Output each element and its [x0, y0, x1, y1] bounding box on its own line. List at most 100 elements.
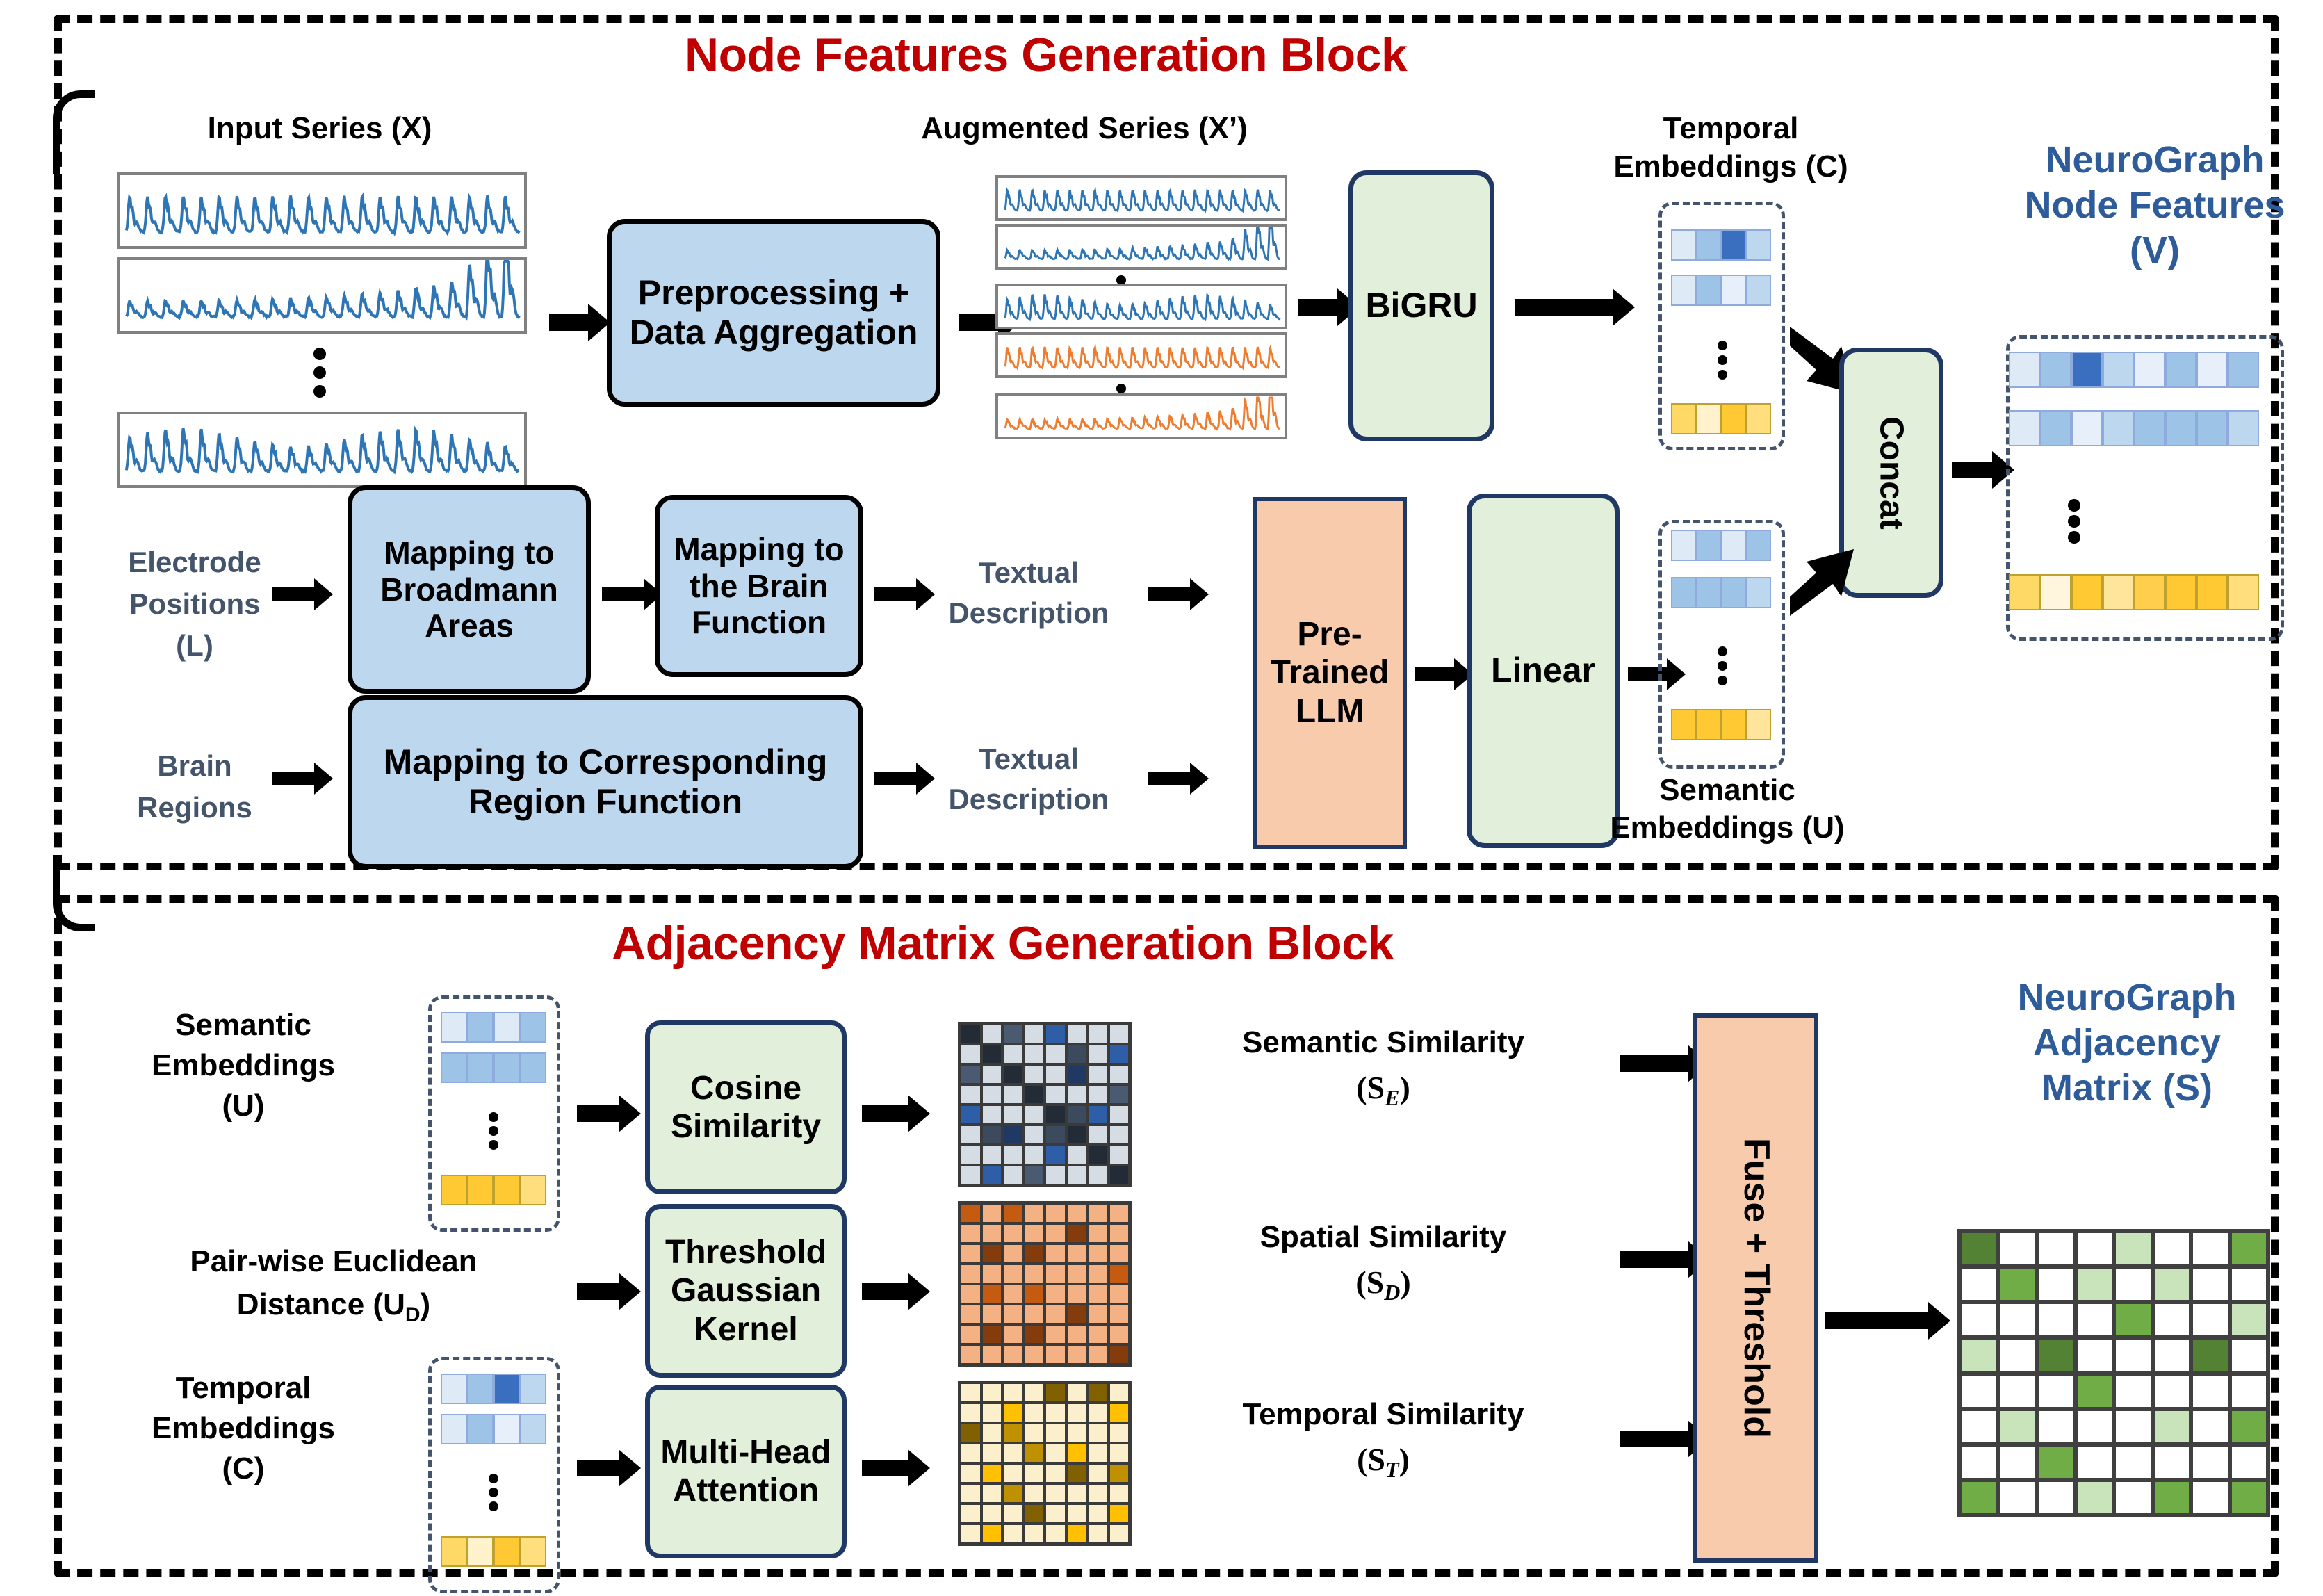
node-features-row-2: [2009, 410, 2259, 446]
augmented-series-plot-2: [995, 224, 1287, 270]
matrix-cell: [981, 1483, 1002, 1504]
adj-temporal-embeddings-label-line1: Temporal: [175, 1371, 311, 1405]
matrix-cell: [1066, 1383, 1087, 1403]
matrix-cell: [1108, 1524, 1130, 1544]
caption-neurograph-node-features-line3: (V): [2130, 229, 2180, 271]
arrow-temporal-to-attention: [577, 1460, 620, 1476]
matrix-cell: [1023, 1125, 1045, 1145]
matrix-cell: [1087, 1423, 1109, 1443]
matrix-cell: [2037, 1337, 2076, 1374]
matrix-cell: [1045, 1203, 1066, 1223]
matrix-cell: [1066, 1504, 1087, 1524]
matrix-cell: [1087, 1064, 1109, 1084]
matrix-cell: [2152, 1337, 2191, 1374]
arrow-semantic-to-concat: [1790, 549, 1854, 616]
neurograph-adjacency-label-line3: Matrix (S): [2041, 1067, 2213, 1109]
matrix-cell: [1023, 1504, 1045, 1524]
arrow-bigru-to-temporal-embeddings: [1515, 299, 1614, 316]
matrix-cell: [2191, 1231, 2230, 1267]
matrix-cell: [1002, 1344, 1024, 1365]
matrix-cell: [1002, 1524, 1024, 1544]
matrix-cell: [960, 1383, 981, 1403]
matrix-cell: [1108, 1064, 1130, 1084]
matrix-cell: [1087, 1223, 1109, 1244]
arrow-spatial-similarity-to-fuse: [1620, 1251, 1689, 1268]
mapping-to-broadmann-areas-box[interactable]: Mapping to Broadmann Areas: [348, 485, 591, 694]
matrix-cell: [1002, 1024, 1024, 1044]
matrix-cell: [1998, 1373, 2037, 1409]
matrix-cell: [1045, 1064, 1066, 1084]
preprocessing-data-aggregation-box[interactable]: Preprocessing + Data Aggregation: [607, 219, 940, 407]
caption-neurograph-node-features-line1: NeuroGraph: [2045, 139, 2265, 181]
matrix-cell: [2191, 1444, 2230, 1480]
matrix-cell: [1066, 1223, 1087, 1244]
matrix-cell: [2114, 1408, 2153, 1444]
textual-description-bottom-line2: Description: [948, 783, 1109, 815]
matrix-cell: [1959, 1373, 1998, 1409]
mapping-to-region-function-box[interactable]: Mapping to Corresponding Region Function: [348, 695, 863, 869]
bigru-box[interactable]: BiGRU: [1348, 170, 1494, 441]
matrix-cell: [1087, 1383, 1109, 1403]
neurograph-adjacency-label-line1: NeuroGraph: [2017, 977, 2237, 1018]
matrix-cell: [960, 1024, 981, 1044]
spatial-similarity-label-line1: Spatial Similarity: [1260, 1220, 1507, 1254]
matrix-cell: [1023, 1165, 1045, 1185]
matrix-cell: [1066, 1125, 1087, 1145]
matrix-cell: [960, 1443, 981, 1463]
matrix-cell: [2191, 1373, 2230, 1409]
arrow-euclidean-to-gaussian: [577, 1283, 620, 1300]
matrix-cell: [1023, 1064, 1045, 1084]
matrix-cell: [1002, 1223, 1024, 1244]
matrix-cell: [1108, 1264, 1130, 1284]
augmented-series-plot-3: [995, 284, 1287, 329]
matrix-cell: [1108, 1024, 1130, 1044]
mapping-to-brain-function-box[interactable]: Mapping to the Brain Function: [655, 495, 863, 677]
matrix-cell: [1045, 1284, 1066, 1304]
matrix-cell: [2075, 1408, 2114, 1444]
matrix-cell: [960, 1125, 981, 1145]
node-block-title: Node Features Generation Block: [685, 28, 1408, 81]
semantic-embeddings-row-1: [1671, 530, 1771, 561]
electrode-positions-label-line2: Positions: [129, 587, 261, 620]
matrix-cell: [960, 1403, 981, 1423]
matrix-cell: [981, 1165, 1002, 1185]
matrix-cell: [1087, 1524, 1109, 1544]
caption-input-series: Input Series (X): [207, 111, 432, 145]
input-series-ellipsis: [313, 348, 327, 398]
matrix-cell: [2152, 1444, 2191, 1480]
brain-regions-label-line1: Brain: [157, 749, 232, 782]
threshold-gaussian-kernel-box[interactable]: Threshold Gaussian Kernel: [645, 1204, 847, 1378]
matrix-cell: [981, 1024, 1002, 1044]
arrow-concat-to-node-features: [1952, 462, 1994, 478]
cosine-similarity-box[interactable]: Cosine Similarity: [645, 1020, 847, 1194]
caption-temporal-embeddings-line1: Temporal: [1663, 111, 1799, 145]
matrix-cell: [1087, 1125, 1109, 1145]
matrix-cell: [1045, 1324, 1066, 1344]
adj-temporal-embeddings-row-2: [441, 1414, 546, 1444]
matrix-cell: [1066, 1165, 1087, 1185]
matrix-cell: [1959, 1231, 1998, 1267]
matrix-cell: [1002, 1105, 1024, 1125]
matrix-cell: [1023, 1443, 1045, 1463]
arrow-electrode-to-broadmann: [272, 587, 316, 601]
euclidean-distance-label-line2: Distance (UD): [236, 1287, 431, 1326]
pretrained-llm-box[interactable]: Pre-Trained LLM: [1253, 497, 1407, 849]
matrix-cell: [1045, 1165, 1066, 1185]
matrix-cell: [1087, 1165, 1109, 1185]
matrix-cell: [960, 1145, 981, 1165]
adj-temporal-embeddings-label-line3: (C): [222, 1451, 265, 1485]
arrow-textual-top-to-llm: [1148, 587, 1191, 601]
matrix-cell: [2191, 1267, 2230, 1303]
matrix-cell: [960, 1504, 981, 1524]
fuse-threshold-box[interactable]: Fuse + Threshold: [1693, 1013, 1818, 1563]
matrix-cell: [1108, 1203, 1130, 1223]
electrode-positions-label-line3: (L): [176, 629, 213, 662]
block-brace-top: [53, 90, 95, 174]
matrix-cell: [1066, 1064, 1087, 1084]
matrix-cell: [2114, 1373, 2153, 1409]
matrix-cell: [1045, 1304, 1066, 1324]
multi-head-attention-box[interactable]: Multi-Head Attention: [645, 1385, 847, 1558]
arrow-attention-to-temporal-matrix: [862, 1460, 909, 1476]
temporal-embeddings-row-n: [1671, 403, 1771, 434]
matrix-cell: [2075, 1302, 2114, 1338]
